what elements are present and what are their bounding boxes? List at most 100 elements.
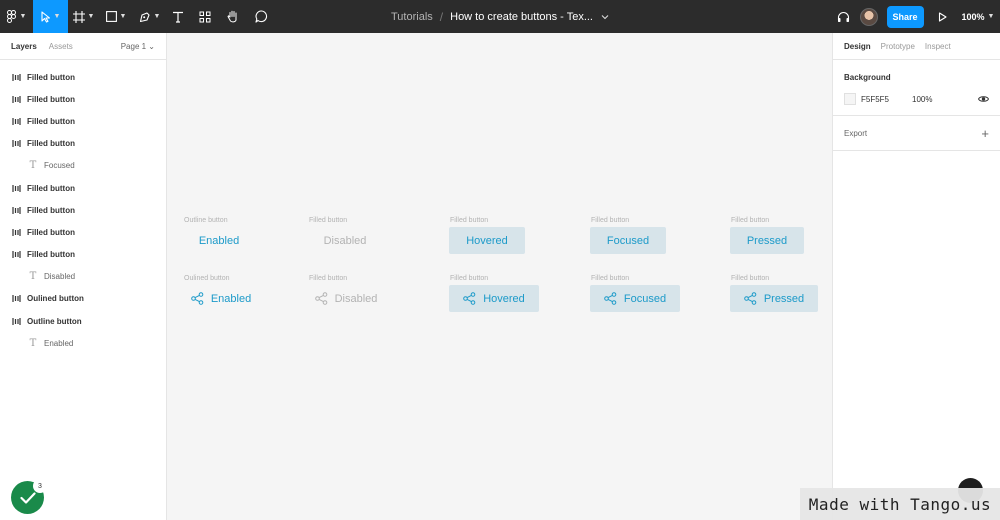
button-caption: Filled button <box>591 217 630 224</box>
enabled-button-sample[interactable]: Enabled <box>183 227 255 254</box>
resources-tool-button[interactable] <box>190 0 220 33</box>
button-caption: Filled button <box>731 275 770 282</box>
audio-button[interactable] <box>830 0 856 33</box>
layer-label: Filled button <box>27 227 75 237</box>
auto-layout-icon <box>11 317 21 326</box>
button-label: Focused <box>606 234 650 247</box>
auto-layout-icon <box>11 73 21 82</box>
share-nodes-icon <box>744 292 757 305</box>
auto-layout-icon <box>11 250 21 259</box>
tango-watermark: Made with Tango.us <box>800 488 1000 520</box>
shape-tool-button[interactable]: ▼ <box>99 0 133 33</box>
hovered-button-sample[interactable]: Hovered <box>449 227 525 254</box>
share-nodes-icon <box>191 292 204 305</box>
focused-button-sample[interactable]: Focused <box>590 227 666 254</box>
main-menu-button[interactable]: ▼ <box>0 0 33 33</box>
comment-icon <box>254 10 267 23</box>
share-button[interactable]: Share <box>886 5 924 28</box>
auto-layout-icon <box>11 228 21 237</box>
export-row: Export + <box>844 116 989 150</box>
enabled-button-sample[interactable]: Enabled <box>183 285 259 312</box>
hand-tool-button[interactable] <box>220 0 246 33</box>
layer-label: Filled button <box>27 116 75 126</box>
breadcrumb-project[interactable]: Tutorials <box>391 11 433 23</box>
zoom-menu[interactable]: 100% ▼ <box>956 0 1000 33</box>
chevron-down-icon: ▼ <box>53 13 61 20</box>
focused-button-sample[interactable]: Focused <box>590 285 680 312</box>
background-section: Background F5F5F5 100% <box>833 60 1000 116</box>
layer-item[interactable]: Filled button <box>0 110 166 132</box>
layer-label: Filled button <box>27 139 75 149</box>
button-label: Hovered <box>483 292 525 305</box>
tab-assets[interactable]: Assets <box>49 42 73 51</box>
button-label: Focused <box>623 292 667 305</box>
background-opacity-input[interactable]: 100% <box>912 95 932 104</box>
layer-label: Disabled <box>44 272 76 282</box>
chevron-down-icon[interactable] <box>601 14 609 20</box>
auto-layout-icon <box>11 95 21 104</box>
pen-tool-button[interactable]: ▼ <box>133 0 166 33</box>
button-caption: Filled button <box>309 275 348 282</box>
layer-item[interactable]: Filled button <box>0 221 166 243</box>
frame-grid-icon <box>72 10 85 23</box>
tab-layers[interactable]: Layers <box>11 42 37 51</box>
disabled-button-sample[interactable]: Disabled <box>308 285 384 312</box>
tab-inspect[interactable]: Inspect <box>925 42 951 51</box>
share-nodes-icon <box>314 292 327 305</box>
layer-list: Filled button Filled button Filled button F… <box>0 60 166 354</box>
auto-layout-icon <box>11 139 21 148</box>
layer-item[interactable]: Filled button <box>0 199 166 221</box>
pressed-button-sample[interactable]: Pressed <box>730 227 804 254</box>
layer-label: Enabled <box>44 338 74 348</box>
move-tool-button[interactable]: ▼ <box>33 0 68 33</box>
text-layer-icon: T <box>29 160 37 172</box>
components-icon <box>199 11 211 22</box>
layer-label: Filled button <box>27 250 75 260</box>
button-label: Disabled <box>334 292 378 305</box>
file-name[interactable]: How to create buttons - Tex... <box>450 11 593 23</box>
background-hex-input[interactable]: F5F5F5 <box>861 95 889 104</box>
layer-item[interactable]: T Disabled <box>0 266 166 288</box>
background-color-swatch[interactable] <box>844 93 856 105</box>
share-wrapper: Share <box>882 0 928 33</box>
layer-label: Filled button <box>27 205 75 215</box>
button-label: Pressed <box>746 234 788 247</box>
layer-item[interactable]: Filled button <box>0 133 166 155</box>
pressed-button-sample[interactable]: Pressed <box>730 285 818 312</box>
layer-item[interactable]: Filled button <box>0 177 166 199</box>
layer-label: Filled button <box>27 94 75 104</box>
headphones-icon <box>837 11 849 22</box>
text-tool-icon <box>173 11 183 23</box>
frame-tool-button[interactable]: ▼ <box>68 0 99 33</box>
user-avatar-wrapper[interactable] <box>856 0 882 33</box>
plus-icon[interactable]: + <box>981 126 989 141</box>
auto-layout-icon <box>11 206 21 215</box>
layer-item[interactable]: Filled button <box>0 88 166 110</box>
layer-item[interactable]: Filled button <box>0 66 166 88</box>
layer-item[interactable]: T Focused <box>0 155 166 177</box>
zoom-level: 100% <box>961 11 985 22</box>
comment-tool-button[interactable] <box>246 0 276 33</box>
layer-label: Outline button <box>27 316 82 326</box>
avatar[interactable] <box>860 7 878 26</box>
present-button[interactable] <box>928 0 956 33</box>
tab-prototype[interactable]: Prototype <box>881 42 915 51</box>
chevron-down-icon: ▼ <box>987 13 995 20</box>
tab-design[interactable]: Design <box>844 42 871 51</box>
background-fill-row: F5F5F5 100% <box>844 88 989 110</box>
page-selector[interactable]: Page 1 ⌄ <box>121 42 155 51</box>
layer-item[interactable]: Oulined button <box>0 288 166 310</box>
button-caption: Filled button <box>591 275 630 282</box>
eye-icon[interactable] <box>978 95 989 103</box>
text-tool-button[interactable] <box>166 0 190 33</box>
canvas[interactable]: Outline button Enabled Filled button Disabl… <box>167 33 832 520</box>
hovered-button-sample[interactable]: Hovered <box>449 285 539 312</box>
auto-layout-icon <box>11 184 21 193</box>
hand-icon <box>227 10 237 23</box>
button-caption: Outline button <box>184 217 228 224</box>
layer-item[interactable]: T Enabled <box>0 332 166 354</box>
disabled-button-sample[interactable]: Disabled <box>308 227 382 254</box>
layer-item[interactable]: Outline button <box>0 310 166 332</box>
button-label: Enabled <box>198 234 240 247</box>
layer-item[interactable]: Filled button <box>0 244 166 266</box>
